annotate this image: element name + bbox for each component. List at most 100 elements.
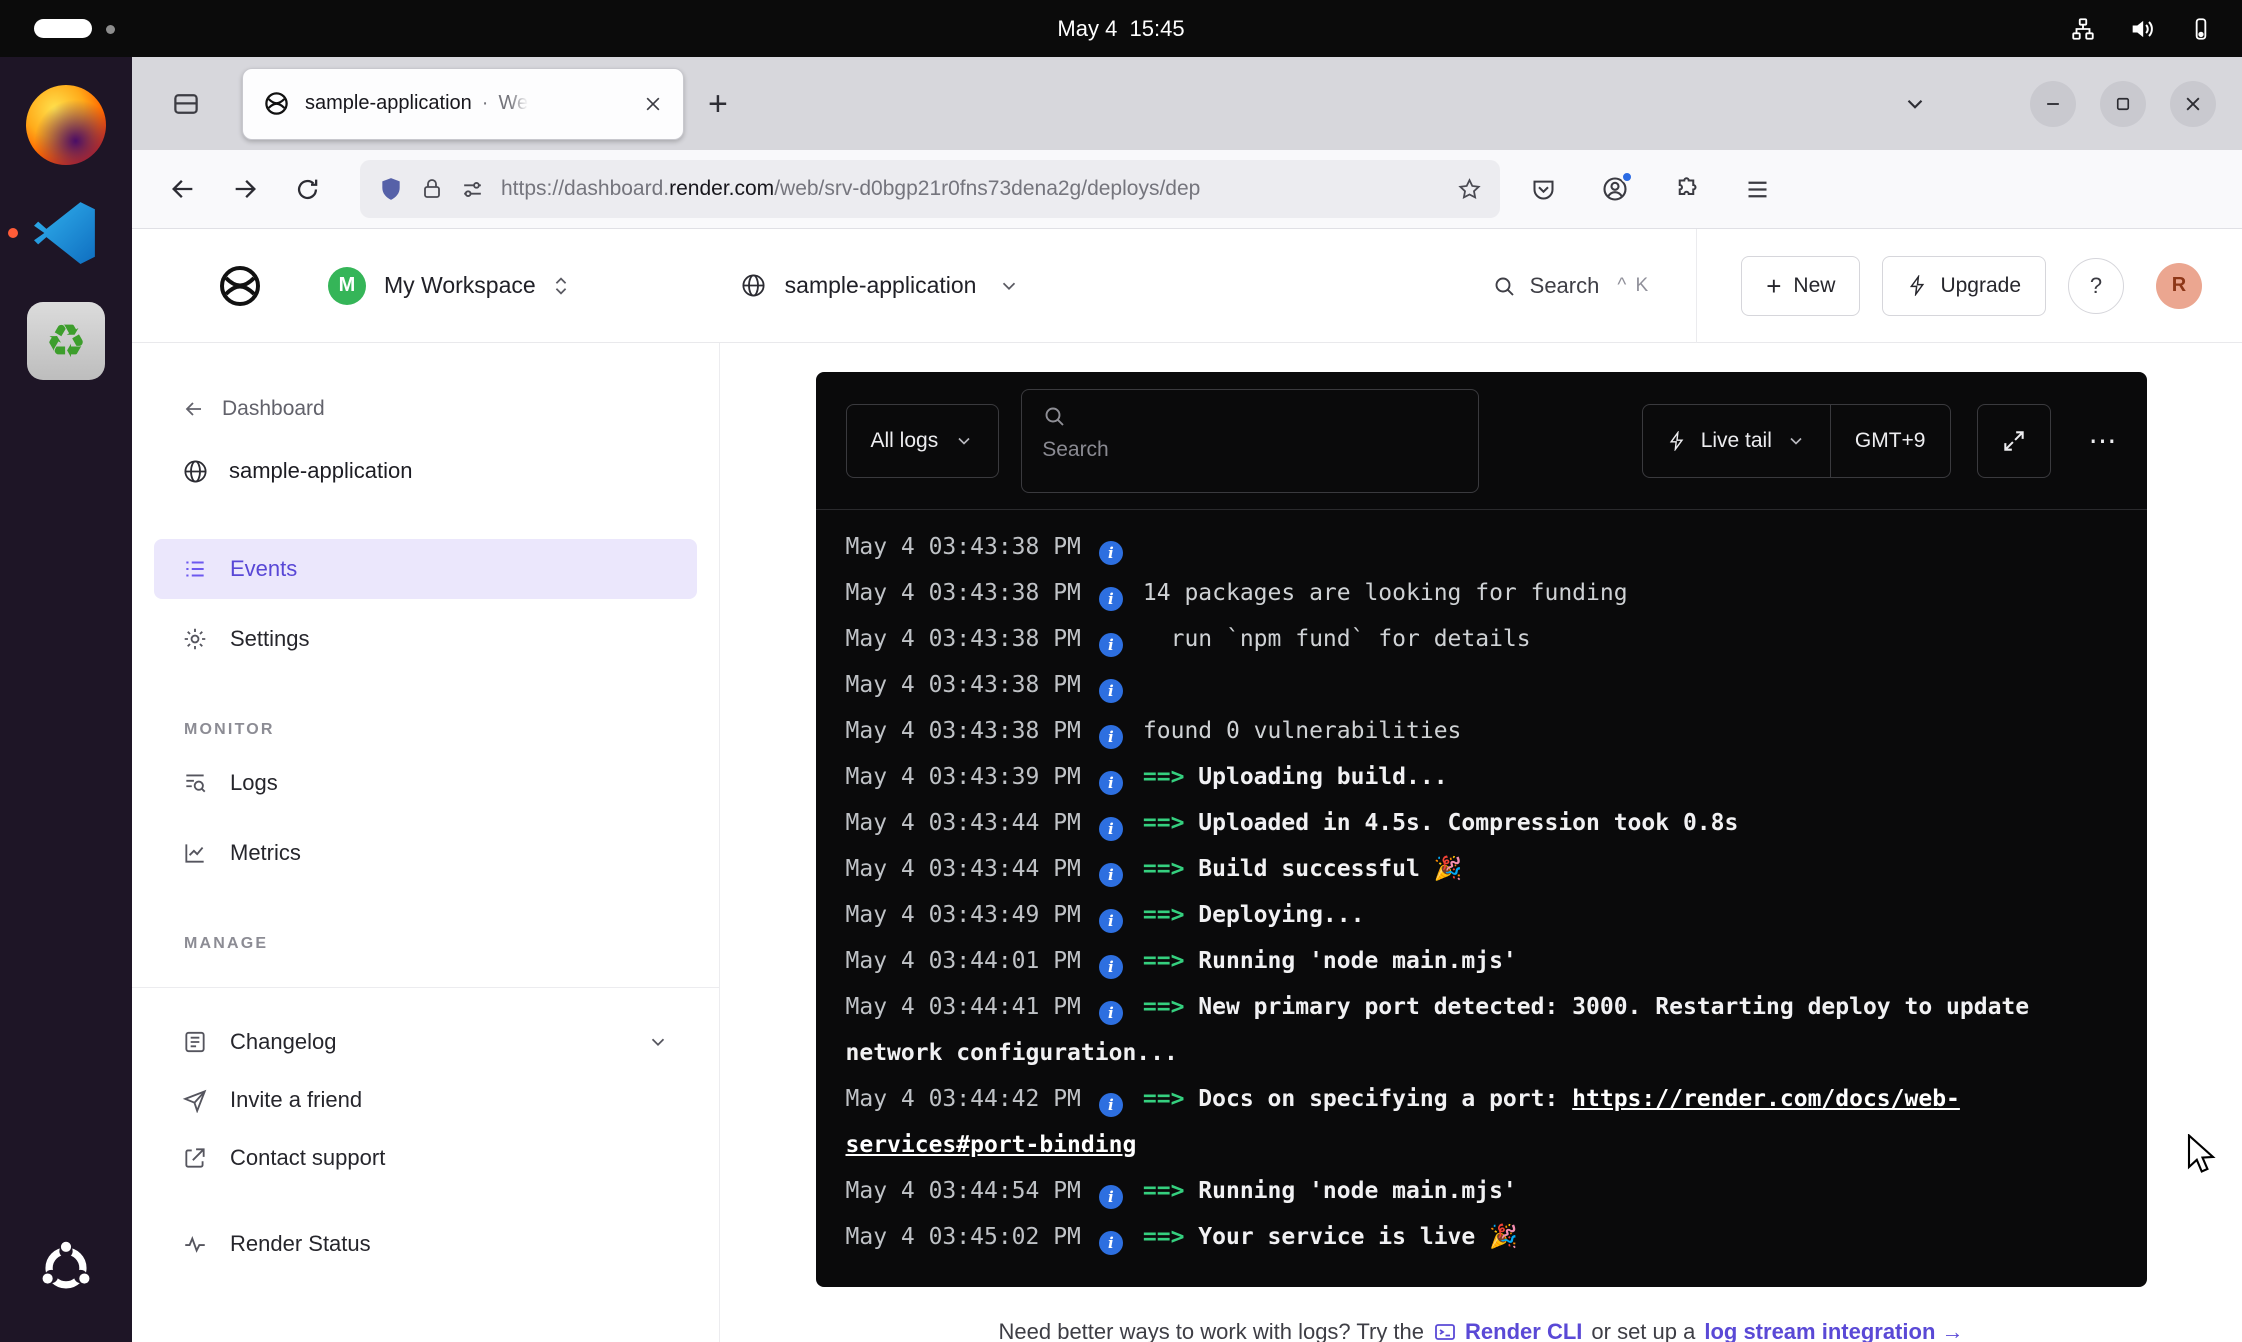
workspace-name[interactable]: My Workspace	[384, 272, 536, 299]
list-icon	[182, 556, 208, 582]
header-divider	[1696, 229, 1697, 343]
forward-button[interactable]	[220, 164, 270, 214]
logs-more-button[interactable]: ⋯	[2089, 427, 2117, 455]
new-button[interactable]: +New	[1741, 256, 1860, 316]
log-search-icon	[182, 770, 208, 796]
log-row: May 4 03:43:38 PMi run `npm fund` for de…	[846, 616, 2117, 662]
back-button[interactable]	[158, 164, 208, 214]
sidebar-nav: Events Settings	[132, 539, 719, 679]
shield-icon[interactable]	[378, 176, 404, 202]
software-updater-dock-icon[interactable]: ♻	[22, 297, 110, 385]
log-timestamp: May 4 03:43:38 PM	[846, 672, 1081, 698]
system-tray[interactable]	[2070, 0, 2214, 57]
new-tab-button[interactable]: +	[708, 87, 728, 121]
workspace-switcher-icon[interactable]	[550, 275, 572, 297]
close-button[interactable]	[2170, 81, 2216, 127]
tab-close-icon[interactable]	[643, 94, 663, 114]
sidebar-item-metrics[interactable]: Metrics	[154, 823, 697, 883]
sidebar-item-events[interactable]: Events	[154, 539, 697, 599]
sidebar-item-label: Contact support	[230, 1145, 385, 1171]
sidebar-item-changelog[interactable]: Changelog	[154, 1014, 697, 1070]
sidebar-service[interactable]: sample-application	[132, 447, 719, 495]
software-updater-logo: ♻	[27, 302, 105, 380]
log-stream-link[interactable]: log stream integration →	[1704, 1319, 1963, 1342]
log-timestamp: May 4 03:43:38 PM	[846, 534, 1081, 560]
ubuntu-logo	[37, 1239, 95, 1297]
timezone-button[interactable]: GMT+9	[1830, 405, 1950, 477]
extensions-icon[interactable]	[1673, 176, 1700, 203]
logs-panel: All logs Search Live	[816, 372, 2147, 1287]
firefox-dock-icon[interactable]	[22, 81, 110, 169]
info-icon: i	[1099, 863, 1123, 887]
log-filter-dropdown[interactable]: All logs	[846, 404, 1000, 478]
user-avatar[interactable]: R	[2156, 263, 2202, 309]
sidebar-item-settings[interactable]: Settings	[154, 609, 697, 669]
bookmark-star-icon[interactable]	[1457, 177, 1482, 202]
global-search[interactable]: Search ^ K	[1492, 273, 1651, 299]
workspace-avatar[interactable]: M	[328, 267, 366, 305]
live-tail-label: Live tail	[1701, 429, 1772, 453]
ubuntu-dock-icon[interactable]	[22, 1224, 110, 1312]
footer-text: Need better ways to work with logs? Try …	[999, 1319, 1425, 1342]
info-icon: i	[1099, 1001, 1123, 1025]
sidebar-section-monitor: MONITOR	[132, 721, 719, 739]
address-bar[interactable]: https://dashboard.render.com/web/srv-d0b…	[360, 160, 1500, 218]
log-arrow: ==>	[1143, 856, 1198, 882]
logs-footer-note: Need better ways to work with logs? Try …	[999, 1319, 1964, 1342]
sidebar-item-invite-a-friend[interactable]: Invite a friend	[154, 1072, 697, 1128]
sidebar-manage-group: ChangelogInvite a friend Contact support R…	[132, 987, 719, 1274]
upgrade-button[interactable]: Upgrade	[1882, 256, 2046, 316]
sidebar-item-contact-support[interactable]: Contact support	[154, 1130, 697, 1186]
log-message: found 0 vulnerabilities	[1143, 718, 1462, 744]
url-text: https://dashboard.render.com/web/srv-d0b…	[501, 177, 1441, 201]
toolbar-right	[1530, 175, 1771, 203]
log-message: Running 'node main.mjs'	[1198, 1178, 1517, 1204]
render-cli-link[interactable]: Render CLI	[1433, 1319, 1582, 1342]
list-all-tabs-icon[interactable]	[1902, 91, 1928, 117]
account-icon[interactable]	[1601, 175, 1629, 203]
firefox-view-button[interactable]	[158, 76, 214, 132]
sidebar-item-logs[interactable]: Logs	[154, 753, 697, 813]
log-arrow: ==>	[1143, 764, 1198, 790]
sidebar-back-dashboard[interactable]: Dashboard	[132, 387, 719, 431]
log-arrow: ==>	[1143, 810, 1198, 836]
render-logo[interactable]	[216, 262, 264, 310]
log-arrow: ==>	[1143, 994, 1198, 1020]
system-clock[interactable]: May 4 15:45	[1057, 16, 1184, 42]
globe-icon	[740, 272, 767, 299]
browser-tab[interactable]: sample-application · We	[242, 68, 684, 140]
live-tail-button[interactable]: Live tail	[1643, 405, 1830, 477]
app-header: M My Workspace sample-application Search…	[132, 229, 2242, 343]
sidebar-service-label: sample-application	[229, 458, 412, 484]
minimize-button[interactable]	[2030, 81, 2076, 127]
gear-icon	[182, 626, 208, 652]
sidebar-item-render-status[interactable]: Render Status	[154, 1216, 697, 1272]
log-timestamp: May 4 03:44:41 PM	[846, 994, 1081, 1020]
bolt-icon	[1667, 431, 1687, 451]
app-body: Dashboard sample-application Events Setti…	[132, 343, 2242, 1342]
tab-title: sample-application · We	[305, 92, 628, 115]
log-output[interactable]: May 4 03:43:38 PMiMay 4 03:43:38 PMi14 p…	[816, 510, 2147, 1287]
log-search-input[interactable]: Search	[1021, 389, 1479, 493]
log-timestamp: May 4 03:44:01 PM	[846, 948, 1081, 974]
reload-button[interactable]	[282, 164, 332, 214]
sidebar-item-label: Logs	[230, 770, 278, 796]
menu-icon[interactable]	[1744, 176, 1771, 203]
log-message: run `npm fund` for details	[1143, 626, 1531, 652]
service-selector[interactable]: sample-application	[740, 272, 1021, 299]
maximize-button[interactable]	[2100, 81, 2146, 127]
info-icon: i	[1099, 633, 1123, 657]
vscode-dock-icon[interactable]	[22, 189, 110, 277]
help-button[interactable]: ?	[2068, 258, 2124, 314]
logs-toolbar: All logs Search Live	[816, 372, 2147, 510]
url-toolbar: https://dashboard.render.com/web/srv-d0b…	[132, 150, 2242, 229]
log-row: May 4 03:44:54 PMi==> Running 'node main…	[846, 1168, 2117, 1214]
pocket-icon[interactable]	[1530, 176, 1557, 203]
chevron-down-icon[interactable]	[647, 1031, 669, 1053]
sidebar-item-label: Render Status	[230, 1231, 371, 1257]
expand-logs-button[interactable]	[1977, 404, 2051, 478]
log-row: May 4 03:44:01 PMi==> Running 'node main…	[846, 938, 2117, 984]
permissions-icon[interactable]	[460, 177, 485, 202]
lock-icon[interactable]	[420, 177, 444, 201]
info-icon: i	[1099, 955, 1123, 979]
